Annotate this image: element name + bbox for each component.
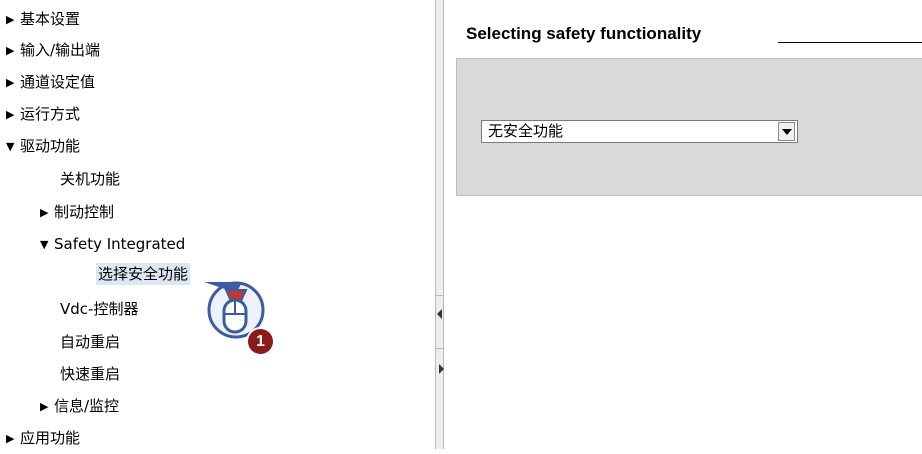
- splitter-grip-line: [436, 295, 443, 296]
- chevron-down-icon[interactable]: [778, 122, 795, 141]
- tree-item-label: 基本设置: [20, 10, 81, 28]
- tree-item-label: 选择安全功能: [96, 263, 191, 285]
- expand-down-icon[interactable]: ▼: [6, 131, 20, 162]
- expand-right-icon[interactable]: ▶: [6, 67, 20, 98]
- tree-item-basic-settings[interactable]: ▶ 基本设置: [6, 4, 80, 35]
- tree-item-flying-restart[interactable]: 快速重启: [60, 359, 120, 390]
- expand-right-icon[interactable]: ▶: [6, 99, 20, 130]
- tree-item-operating-mode[interactable]: ▶ 运行方式: [6, 99, 80, 130]
- tree-item-label: Vdc-控制器: [60, 300, 139, 318]
- tree-item-label: 自动重启: [60, 333, 121, 351]
- tree-item-label: 快速重启: [60, 365, 121, 383]
- expand-right-icon[interactable]: ▶: [40, 197, 54, 228]
- settings-group-box: 无安全功能: [456, 58, 922, 196]
- tree-item-label: 信息/监控: [54, 397, 120, 415]
- tree-item-label: 驱动功能: [20, 137, 81, 155]
- tree-item-drive-functions[interactable]: ▼ 驱动功能: [6, 131, 80, 162]
- expand-right-icon[interactable]: ▶: [6, 35, 20, 66]
- dropdown-value: 无安全功能: [488, 122, 564, 140]
- navigation-tree: ▶ 基本设置 ▶ 输入/输出端 ▶ 通道设定值 ▶ 运行方式 ▼ 驱动功能 关机功能 ▶ 制…: [0, 0, 435, 449]
- expand-right-icon[interactable]: ▶: [6, 4, 20, 35]
- tree-item-off-functions[interactable]: 关机功能: [60, 164, 120, 195]
- step-number-badge: 1: [248, 329, 273, 354]
- tree-item-auto-restart[interactable]: 自动重启: [60, 327, 120, 358]
- tree-item-label: 关机功能: [60, 170, 121, 188]
- expand-right-icon[interactable]: ▶: [40, 391, 54, 422]
- tree-item-select-safety-function[interactable]: 选择安全功能: [96, 259, 191, 290]
- safety-function-dropdown[interactable]: 无安全功能: [481, 120, 798, 143]
- settings-pane: Selecting safety functionality 无安全功能: [444, 0, 922, 449]
- section-heading: Selecting safety functionality: [466, 24, 702, 43]
- collapse-left-icon[interactable]: [437, 309, 442, 319]
- expand-down-icon[interactable]: ▼: [40, 229, 54, 260]
- tree-item-safety-integrated[interactable]: ▼ Safety Integrated: [40, 229, 185, 260]
- splitter-grip-line: [436, 348, 443, 349]
- pane-splitter[interactable]: [435, 0, 444, 449]
- tree-item-brake-control[interactable]: ▶ 制动控制: [40, 197, 114, 228]
- tree-item-messages-monitoring[interactable]: ▶ 信息/监控: [40, 391, 119, 422]
- tree-item-label: 制动控制: [54, 203, 115, 221]
- tree-item-label: 应用功能: [20, 429, 81, 447]
- tree-item-label: 输入/输出端: [20, 41, 101, 59]
- mouse-click-icon: [204, 281, 265, 339]
- heading-rule: [778, 42, 922, 43]
- tree-item-label: Safety Integrated: [54, 235, 186, 253]
- tree-item-label: 通道设定值: [20, 73, 96, 91]
- tree-item-io[interactable]: ▶ 输入/输出端: [6, 35, 100, 66]
- tree-item-setpoint-channel[interactable]: ▶ 通道设定值: [6, 67, 95, 98]
- tree-item-application-functions[interactable]: ▶ 应用功能: [6, 423, 80, 454]
- expand-right-icon[interactable]: ▶: [6, 423, 20, 454]
- tree-item-label: 运行方式: [20, 105, 81, 123]
- tree-item-vdc-controller[interactable]: Vdc-控制器: [60, 294, 138, 325]
